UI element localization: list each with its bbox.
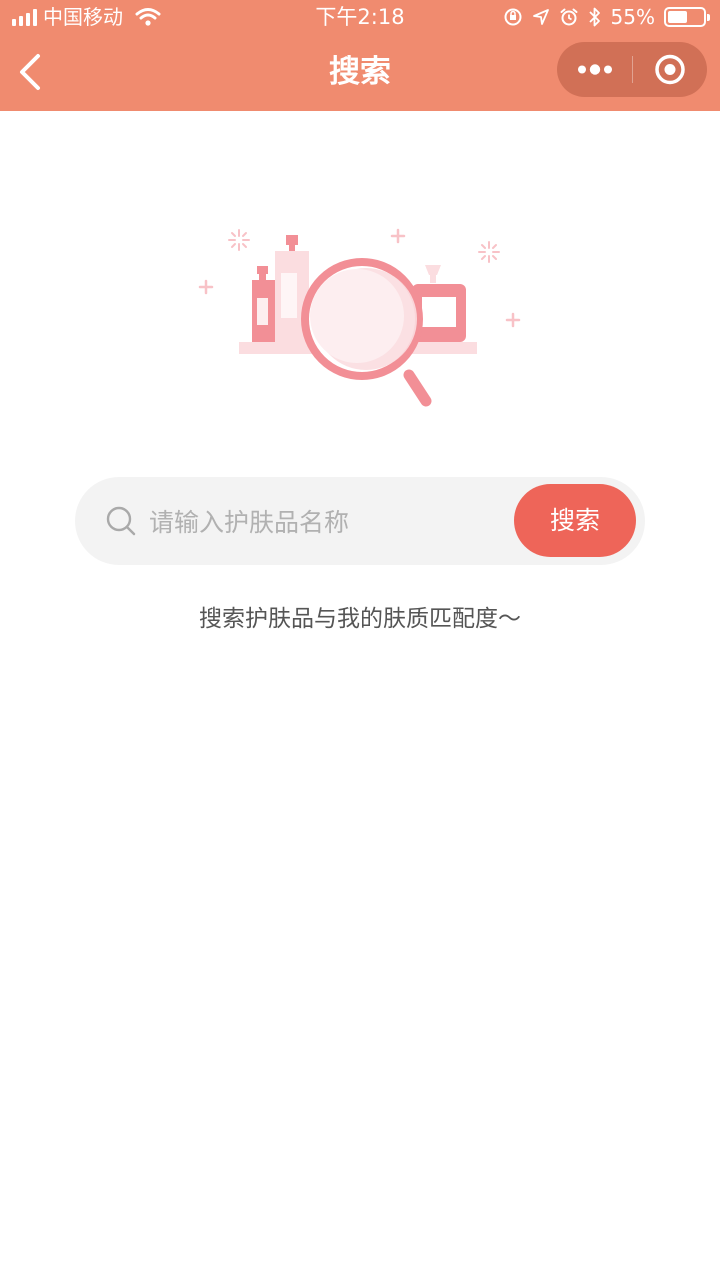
- close-miniprogram-button[interactable]: [632, 42, 707, 97]
- search-icon: [106, 506, 136, 536]
- sparkle-left-icon: [228, 229, 250, 251]
- search-screen: 中国移动 下午2:18 55% 搜索 请输入护肤品名称 搜索 搜索护肤品与我的肤…: [0, 0, 720, 1280]
- location-icon: [532, 9, 549, 25]
- status-bar: 中国移动 下午2:18 55%: [0, 0, 720, 36]
- bottle-short-icon: [252, 266, 275, 342]
- search-hint: 搜索护肤品与我的肤质匹配度～: [199, 606, 521, 632]
- magnifier-icon: [301, 258, 432, 407]
- alarm-icon: [560, 8, 578, 26]
- more-dots-icon: [578, 64, 612, 75]
- search-bar: 搜索: [75, 477, 645, 565]
- miniprogram-capsule: [557, 42, 707, 97]
- search-input[interactable]: [147, 497, 511, 547]
- search-button[interactable]: 搜索: [514, 484, 636, 557]
- nav-bar: 搜索: [0, 36, 720, 111]
- bluetooth-icon: [588, 7, 600, 27]
- orientation-lock-icon: [504, 8, 522, 26]
- battery-percent: 55%: [610, 5, 655, 29]
- empty-search-illustration: [198, 228, 521, 407]
- battery-icon: [664, 7, 710, 27]
- target-circle-icon: [655, 54, 685, 85]
- status-right: 55%: [503, 5, 710, 29]
- sparkle-right-icon: [478, 241, 500, 263]
- more-button[interactable]: [557, 42, 632, 97]
- header: 中国移动 下午2:18 55% 搜索: [0, 0, 720, 111]
